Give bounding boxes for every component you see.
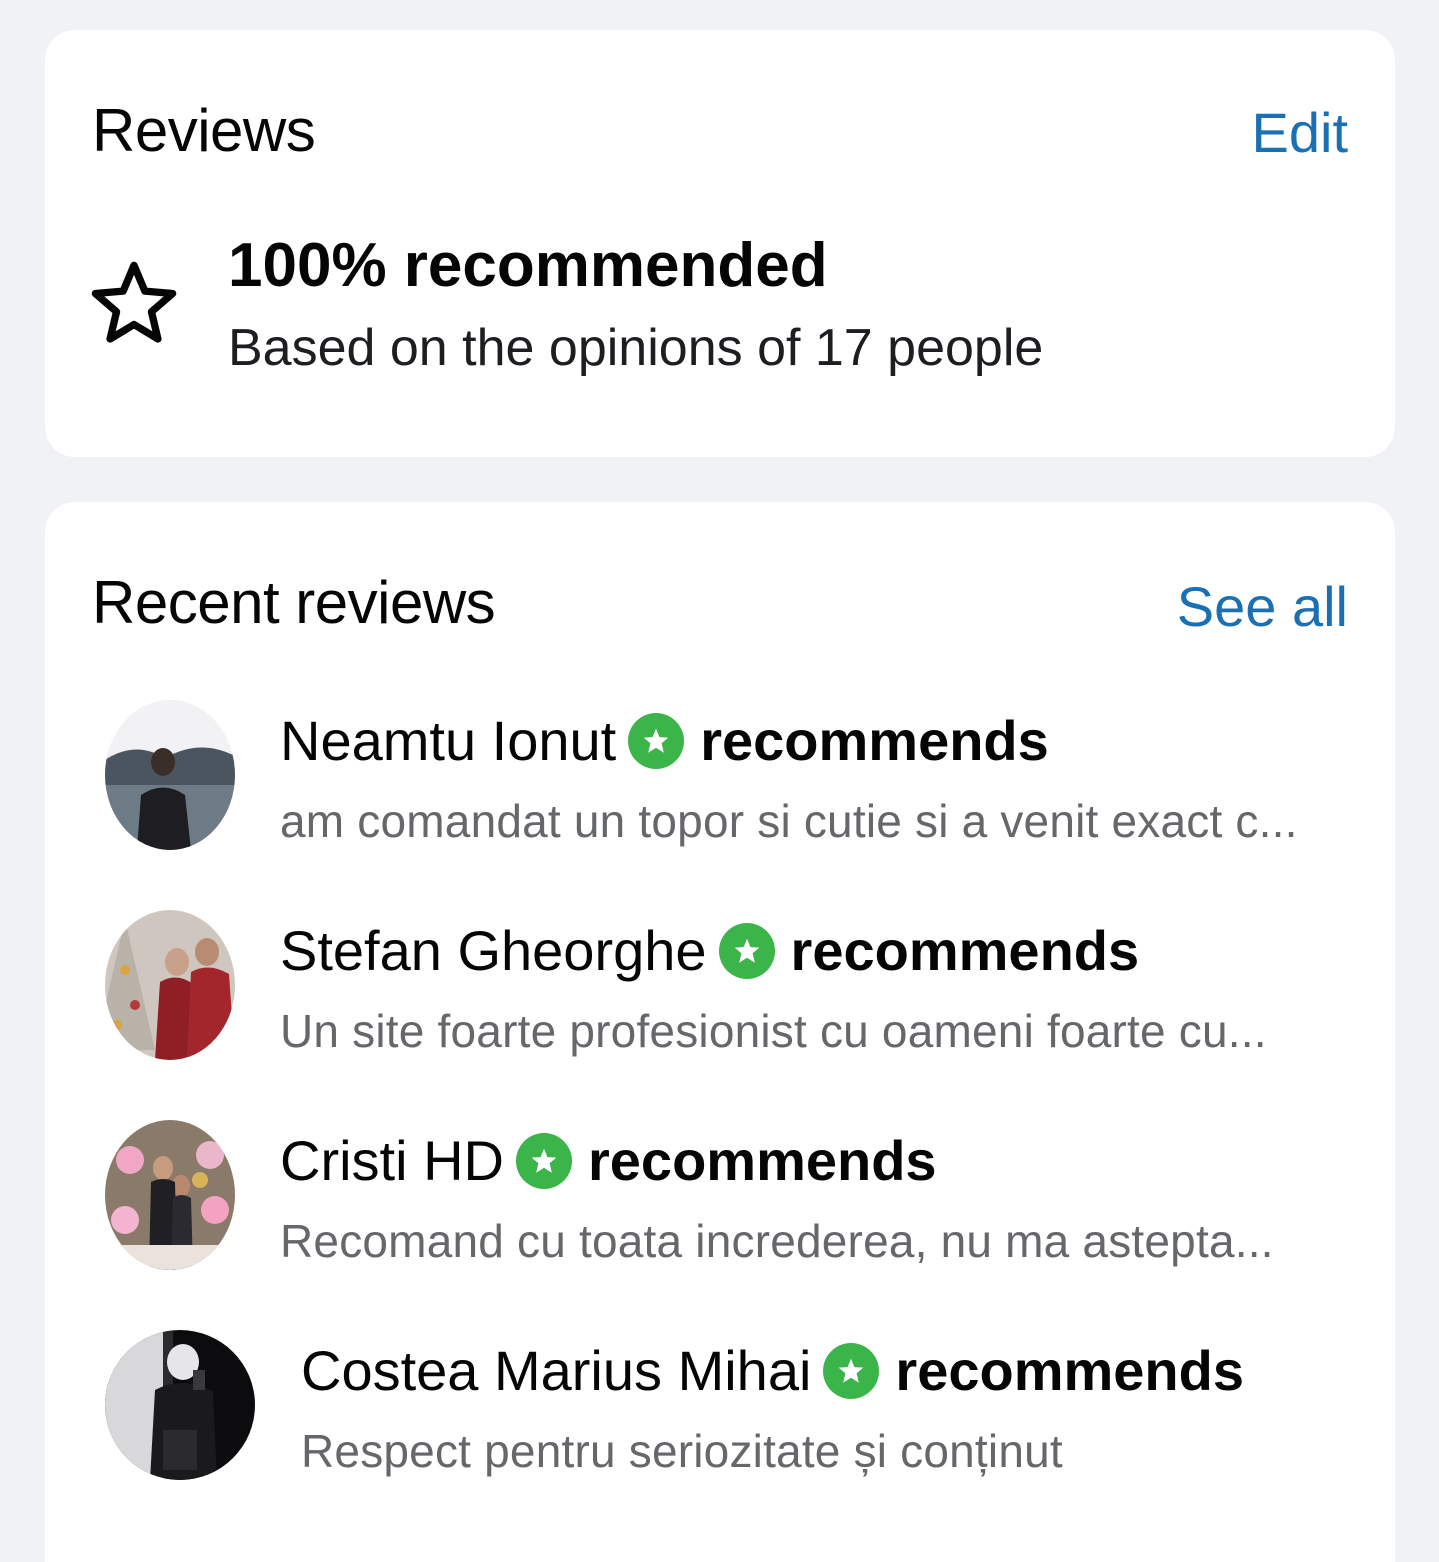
see-all-button[interactable]: See all <box>1177 574 1348 639</box>
reviews-title: Reviews <box>92 97 316 164</box>
reviewer-name[interactable]: Neamtu Ionut <box>280 708 616 773</box>
recommend-star-icon <box>718 922 775 979</box>
recommend-star-icon <box>823 1342 880 1399</box>
edit-button[interactable]: Edit <box>1252 100 1349 165</box>
recommend-star-icon <box>628 712 685 769</box>
recommend-star-icon <box>515 1132 572 1189</box>
star-outline-icon <box>91 261 177 343</box>
review-snippet: Recomand cu toata increderea, nu ma aste… <box>280 1215 1274 1267</box>
review-snippet: Un site foarte profesionist cu oameni fo… <box>280 1005 1267 1057</box>
review-snippet: am comandat un topor si cutie si a venit… <box>280 795 1298 847</box>
review-item[interactable]: Cristi HD recommends Recomand cu toata i… <box>45 1120 1395 1290</box>
avatar[interactable] <box>105 1330 255 1480</box>
reviewer-name[interactable]: Cristi HD <box>280 1128 504 1193</box>
recommended-percentage: 100% recommended <box>228 231 828 300</box>
recent-reviews-card: Recent reviews See all Neamtu Ionut reco… <box>45 502 1395 1562</box>
recent-reviews-title: Recent reviews <box>92 569 496 636</box>
recommends-label: recommends <box>700 709 1049 772</box>
reviewer-name[interactable]: Costea Marius Mihai <box>301 1338 811 1403</box>
avatar[interactable] <box>105 910 235 1060</box>
avatar[interactable] <box>105 1120 235 1270</box>
review-item[interactable]: Neamtu Ionut recommends am comandat un t… <box>45 700 1395 870</box>
reviews-summary-card: Reviews Edit 100% recommended Based on t… <box>45 30 1395 457</box>
reviewer-name[interactable]: Stefan Gheorghe <box>280 918 707 983</box>
recommends-label: recommends <box>790 919 1140 982</box>
avatar[interactable] <box>105 700 235 850</box>
review-item[interactable]: Costea Marius Mihai recommends Respect p… <box>45 1330 1395 1500</box>
review-snippet: Respect pentru seriozitate și conținut <box>301 1425 1063 1477</box>
opinions-count-text: Based on the opinions of 17 people <box>228 319 1044 377</box>
review-item[interactable]: Stefan Gheorghe recommends Un site foart… <box>45 910 1395 1080</box>
recommends-label: recommends <box>587 1129 937 1192</box>
recommends-label: recommends <box>895 1339 1244 1402</box>
